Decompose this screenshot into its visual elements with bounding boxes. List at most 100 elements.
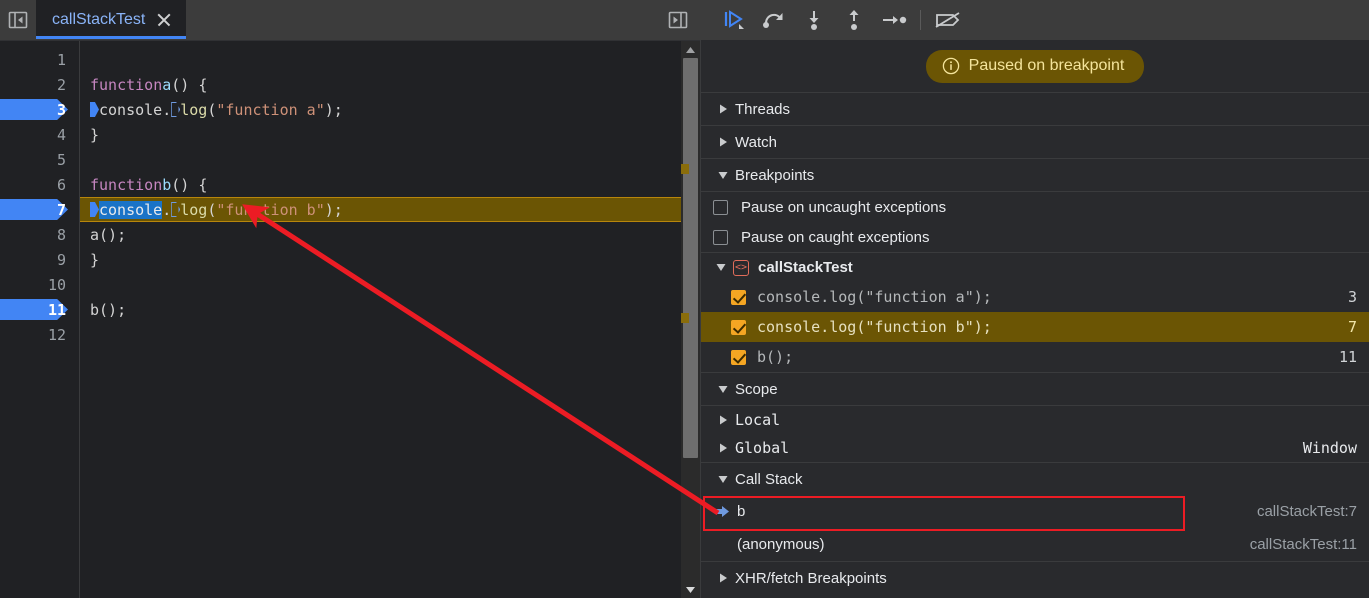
scrollbar-track[interactable] [681, 58, 700, 581]
expand-right-panel-icon[interactable] [656, 0, 700, 39]
breakpoint-line-number: 11 [1339, 348, 1369, 366]
code-line-11[interactable]: b(); [80, 297, 681, 322]
line-number[interactable]: 10 [0, 272, 80, 297]
inline-breakpoint-icon[interactable] [171, 202, 180, 217]
breakpoint-item-3[interactable]: console.log("function a"); 3 [701, 282, 1369, 312]
scrollbar-thumb[interactable] [683, 58, 698, 458]
tab-label: callStackTest [52, 11, 145, 29]
editor-vertical-scrollbar[interactable] [681, 41, 700, 598]
call-stack-frame-b[interactable]: b callStackTest:7 [701, 495, 1369, 528]
step-into-icon[interactable] [794, 5, 834, 35]
line-number-gutter[interactable]: 1 2 3 4 5 6 7 8 9 10 11 12 [0, 41, 80, 598]
inline-breakpoint-icon[interactable] [90, 102, 99, 117]
xhr-breakpoints-label: XHR/fetch Breakpoints [735, 570, 887, 587]
breakpoint-line-number: 7 [1348, 318, 1369, 336]
devtools-sources-panel: callStackTest [0, 0, 1369, 598]
breakpoint-checkbox[interactable] [731, 290, 746, 305]
sidebar-section-threads[interactable]: Threads [701, 93, 1369, 125]
code-line-9[interactable]: } [80, 247, 681, 272]
info-circle-icon [942, 57, 960, 75]
close-icon[interactable] [156, 12, 172, 28]
line-number[interactable]: 12 [0, 322, 80, 347]
line-number[interactable]: 4 [0, 122, 80, 147]
chevron-down-icon[interactable] [715, 171, 731, 180]
line-number[interactable]: 8 [0, 222, 80, 247]
sidebar-section-scope[interactable]: Scope [701, 373, 1369, 405]
breakpoint-code-text: console.log("function a"); [757, 288, 1348, 306]
code-area[interactable]: function a() { console.log("function a")… [80, 41, 681, 598]
debugger-sidebar: Paused on breakpoint Threads W [700, 40, 1369, 598]
code-line-10[interactable] [80, 272, 681, 297]
line-number[interactable]: 6 [0, 172, 80, 197]
breakpoint-item-7-active[interactable]: console.log("function b"); 7 [701, 312, 1369, 342]
scope-row-local[interactable]: Local [701, 406, 1369, 434]
chevron-down-icon[interactable] [715, 385, 731, 394]
toolbar-separator [920, 10, 921, 30]
watch-section: Watch [701, 125, 1369, 158]
call-stack-label: Call Stack [735, 471, 803, 488]
code-line-3[interactable]: console.log("function a"); [80, 97, 681, 122]
chevron-right-icon[interactable] [715, 443, 731, 453]
breakpoint-checkbox[interactable] [731, 350, 746, 365]
pause-on-uncaught-exceptions-label: Pause on uncaught exceptions [741, 199, 946, 216]
sidebar-section-watch[interactable]: Watch [701, 126, 1369, 158]
debugger-toolbar [700, 0, 1369, 40]
scope-key: Global [735, 439, 1303, 457]
paused-status-text: Paused on breakpoint [969, 57, 1125, 75]
breakpoint-marker [681, 164, 689, 174]
inline-breakpoint-icon[interactable] [90, 202, 99, 217]
chevron-right-icon[interactable] [715, 573, 731, 583]
code-line-2[interactable]: function a() { [80, 72, 681, 97]
line-number[interactable]: 1 [0, 47, 80, 72]
call-stack-frame-anonymous[interactable]: (anonymous) callStackTest:11 [701, 528, 1369, 561]
chevron-right-icon[interactable] [715, 104, 731, 114]
sidebar-section-breakpoints[interactable]: Breakpoints [701, 159, 1369, 191]
chevron-down-icon[interactable] [713, 263, 729, 272]
code-line-6[interactable]: function b() { [80, 172, 681, 197]
pause-on-uncaught-exceptions-row[interactable]: Pause on uncaught exceptions [701, 192, 1369, 222]
pause-on-caught-exceptions-checkbox[interactable] [713, 230, 728, 245]
line-number-breakpoint-3[interactable]: 3 [0, 97, 80, 122]
step-icon[interactable] [874, 5, 914, 35]
breakpoint-code-text: console.log("function b"); [757, 318, 1348, 336]
resume-icon[interactable] [714, 5, 754, 35]
pause-on-uncaught-exceptions-checkbox[interactable] [713, 200, 728, 215]
chevron-right-icon[interactable] [715, 137, 731, 147]
call-stack-frame-name: b [737, 503, 1257, 520]
code-line-7-paused[interactable]: console.log("function b"); [80, 197, 681, 222]
code-line-5[interactable] [80, 147, 681, 172]
collapse-left-panel-icon[interactable] [0, 0, 36, 39]
chevron-down-icon[interactable] [715, 475, 731, 484]
threads-label: Threads [735, 101, 790, 118]
code-line-12[interactable] [80, 322, 681, 347]
top-bar: callStackTest [0, 0, 1369, 40]
line-number[interactable]: 5 [0, 147, 80, 172]
sidebar-section-call-stack[interactable]: Call Stack [701, 463, 1369, 495]
line-number[interactable]: 2 [0, 72, 80, 97]
inline-breakpoint-icon[interactable] [171, 102, 180, 117]
line-number-breakpoint-11[interactable]: 11 [0, 297, 80, 322]
call-stack-frame-name: (anonymous) [737, 536, 1250, 553]
scroll-up-icon[interactable] [681, 41, 700, 58]
code-line-1[interactable] [80, 47, 681, 72]
line-number-breakpoint-7[interactable]: 7 [0, 197, 80, 222]
pause-on-caught-exceptions-row[interactable]: Pause on caught exceptions [701, 222, 1369, 252]
breakpoint-file-group-callstacktest[interactable]: <> callStackTest [701, 252, 1369, 282]
scope-label: Scope [735, 381, 778, 398]
sidebar-section-xhr-breakpoints[interactable]: XHR/fetch Breakpoints [701, 562, 1369, 594]
line-number[interactable]: 9 [0, 247, 80, 272]
breakpoint-checkbox[interactable] [731, 320, 746, 335]
code-line-4[interactable]: } [80, 122, 681, 147]
code-line-8[interactable]: a(); [80, 222, 681, 247]
scope-row-global[interactable]: Global Window [701, 434, 1369, 462]
step-out-icon[interactable] [834, 5, 874, 35]
deactivate-breakpoints-icon[interactable] [927, 5, 967, 35]
scroll-down-icon[interactable] [681, 581, 700, 598]
step-over-icon[interactable] [754, 5, 794, 35]
status-badge: Paused on breakpoint [926, 50, 1145, 83]
tab-strip-empty-area [186, 0, 656, 39]
breakpoint-item-11[interactable]: b(); 11 [701, 342, 1369, 372]
tab-callstacktest[interactable]: callStackTest [36, 0, 186, 39]
chevron-right-icon[interactable] [715, 415, 731, 425]
breakpoints-section: Breakpoints [701, 158, 1369, 191]
